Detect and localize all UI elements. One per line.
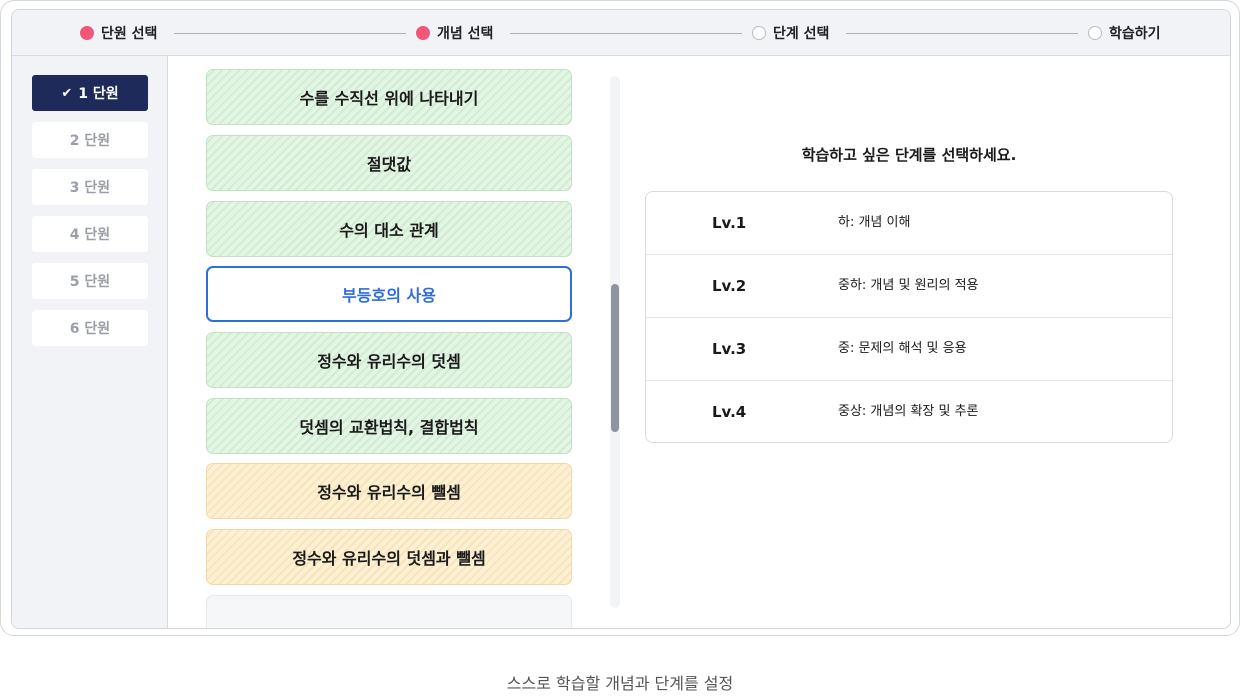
unit-label: 1 단원 (78, 86, 119, 102)
unit-sidebar: ✔ 1 단원 2 단원 3 단원 4 단원 5 단원 6 단원 (12, 56, 168, 628)
level-description: 중상: 개념의 확장 및 추론 (838, 404, 979, 419)
unit-label: 2 단원 (69, 133, 111, 149)
progress-stepper: 단원 선택 개념 선택 단계 선택 학습하기 (12, 10, 1230, 56)
concept-card-partial[interactable] (206, 595, 572, 628)
concept-card[interactable]: 정수와 유리수의 뺄셈 (206, 463, 572, 519)
step-concept-select[interactable]: 개념 선택 (416, 10, 493, 56)
level-name: Lv.2 (712, 277, 747, 295)
step-pending-dot-icon (752, 26, 766, 40)
level-instruction: 학습하고 싶은 단계를 선택하세요. (801, 146, 1017, 164)
unit-item-3[interactable]: 3 단원 (32, 169, 148, 205)
step-pending-dot-icon (1088, 26, 1102, 40)
concept-label: 덧셈의 교환법칙, 결합법칙 (299, 418, 479, 437)
step-study[interactable]: 학습하기 (1088, 10, 1161, 56)
concept-list: 수를 수직선 위에 나타내기 절댓값 수의 대소 관계 부등호의 사용 정수와 … (168, 56, 628, 628)
concept-label: 정수와 유리수의 뺄셈 (317, 483, 461, 502)
concept-card[interactable]: 정수와 유리수의 덧셈과 뺄셈 (206, 529, 572, 585)
unit-item-6[interactable]: 6 단원 (32, 310, 148, 346)
level-description: 중하: 개념 및 원리의 적용 (838, 278, 979, 293)
level-name: Lv.4 (712, 403, 747, 421)
step-done-dot-icon (416, 26, 430, 40)
step-label: 학습하기 (1109, 26, 1161, 42)
step-level-select[interactable]: 단계 선택 (752, 10, 829, 56)
concept-label: 부등호의 사용 (342, 286, 436, 305)
step-label: 단계 선택 (773, 26, 830, 42)
scrollbar-thumb[interactable] (611, 284, 619, 432)
level-row-4[interactable]: Lv.4 중상: 개념의 확장 및 추론 (646, 381, 1172, 442)
figure-caption: 스스로 학습할 개념과 단계를 설정 (506, 674, 734, 693)
level-name: Lv.3 (712, 340, 747, 358)
concept-label: 수의 대소 관계 (339, 221, 439, 240)
unit-item-1[interactable]: ✔ 1 단원 (32, 75, 148, 111)
check-icon: ✔ (61, 85, 73, 101)
step-label: 단원 선택 (101, 26, 158, 42)
unit-item-4[interactable]: 4 단원 (32, 216, 148, 252)
unit-label: 6 단원 (69, 321, 111, 337)
step-connector (174, 33, 406, 34)
concept-label: 정수와 유리수의 덧셈 (317, 352, 461, 371)
step-done-dot-icon (80, 26, 94, 40)
concept-card[interactable]: 절댓값 (206, 135, 572, 191)
level-row-3[interactable]: Lv.3 중: 문제의 해석 및 응용 (646, 318, 1172, 381)
concept-card[interactable]: 수를 수직선 위에 나타내기 (206, 69, 572, 125)
step-unit-select[interactable]: 단원 선택 (80, 10, 157, 56)
unit-label: 5 단원 (69, 274, 111, 290)
level-row-1[interactable]: Lv.1 하: 개념 이해 (646, 192, 1172, 255)
concept-label: 수를 수직선 위에 나타내기 (299, 89, 479, 108)
level-row-2[interactable]: Lv.2 중하: 개념 및 원리의 적용 (646, 255, 1172, 318)
unit-label: 3 단원 (69, 180, 111, 196)
concept-label: 절댓값 (366, 155, 412, 174)
step-label: 개념 선택 (437, 26, 494, 42)
unit-item-2[interactable]: 2 단원 (32, 122, 148, 158)
concept-card[interactable]: 수의 대소 관계 (206, 201, 572, 257)
step-connector (510, 33, 742, 34)
level-description: 하: 개념 이해 (838, 215, 911, 230)
unit-item-5[interactable]: 5 단원 (32, 263, 148, 299)
unit-label: 4 단원 (69, 227, 111, 243)
concept-card-selected[interactable]: 부등호의 사용 (206, 266, 572, 322)
concept-scrollbar[interactable] (610, 76, 620, 608)
concept-card[interactable]: 정수와 유리수의 덧셈 (206, 332, 572, 388)
app-frame: 단원 선택 개념 선택 단계 선택 학습하기 ✔ 1 단원 2 단원 3 단원 … (0, 0, 1240, 636)
concept-card[interactable]: 덧셈의 교환법칙, 결합법칙 (206, 398, 572, 454)
step-connector (846, 33, 1078, 34)
concept-label: 정수와 유리수의 덧셈과 뺄셈 (292, 549, 486, 568)
level-name: Lv.1 (712, 214, 747, 232)
level-table: Lv.1 하: 개념 이해 Lv.2 중하: 개념 및 원리의 적용 Lv.3 … (645, 191, 1173, 443)
level-description: 중: 문제의 해석 및 응용 (838, 341, 967, 356)
